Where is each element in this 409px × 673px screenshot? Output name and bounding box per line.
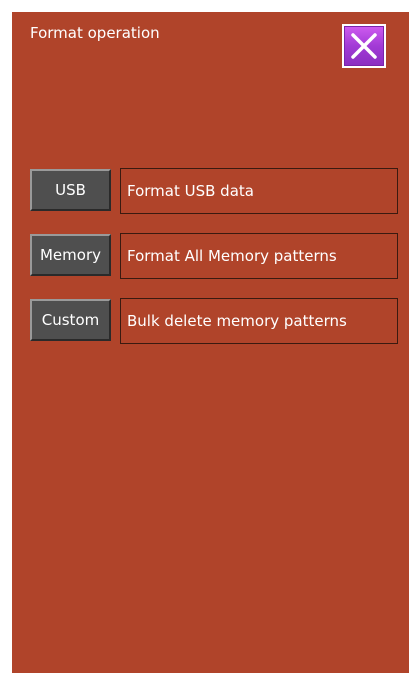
close-icon [351, 33, 377, 59]
page-title: Format operation [30, 24, 160, 42]
usb-button[interactable]: USB [30, 169, 111, 211]
option-row-custom: Custom Bulk delete memory patterns [30, 298, 398, 344]
close-button[interactable] [342, 24, 386, 68]
option-row-usb: USB Format USB data [30, 168, 398, 214]
custom-button[interactable]: Custom [30, 299, 111, 341]
memory-button[interactable]: Memory [30, 234, 111, 276]
format-operation-panel: Format operation USB Format USB data Mem… [12, 12, 409, 673]
option-row-memory: Memory Format All Memory patterns [30, 233, 398, 279]
memory-description: Format All Memory patterns [120, 233, 398, 279]
custom-description: Bulk delete memory patterns [120, 298, 398, 344]
usb-description: Format USB data [120, 168, 398, 214]
